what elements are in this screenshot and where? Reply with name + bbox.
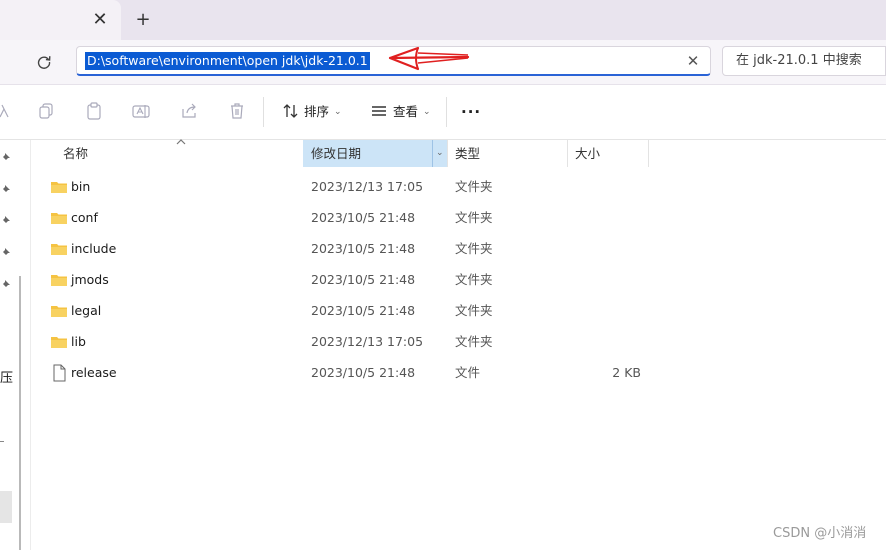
file-type: 文件夹	[455, 303, 493, 318]
file-type: 文件夹	[455, 272, 493, 287]
file-type: 文件夹	[455, 241, 493, 256]
file-name[interactable]: legal	[71, 295, 101, 326]
search-placeholder: 在 jdk-21.0.1 中搜索	[736, 53, 862, 68]
toolbar-divider	[263, 97, 264, 127]
file-name[interactable]: conf	[71, 202, 98, 233]
file-date: 2023/12/13 17:05	[311, 334, 424, 349]
pin-icon[interactable]	[0, 151, 12, 163]
sort-button[interactable]: 排序	[304, 103, 329, 121]
nav-scrollbar[interactable]	[19, 276, 21, 550]
file-name[interactable]: jmods	[71, 264, 109, 295]
annotation-arrow-icon	[388, 46, 470, 71]
file-size	[575, 326, 641, 357]
file-date: 2023/10/5 21:48	[311, 210, 416, 225]
view-button[interactable]: 查看	[393, 103, 418, 121]
column-header-size[interactable]: 大小	[575, 140, 600, 167]
paste-icon[interactable]	[84, 101, 104, 121]
pin-icon[interactable]	[0, 246, 12, 258]
column-header-date[interactable]: 修改日期	[311, 140, 361, 167]
folder-icon	[51, 182, 67, 193]
file-size	[575, 295, 641, 326]
more-options-button[interactable]: ···	[461, 103, 481, 121]
folder-icon	[51, 244, 67, 255]
file-size	[575, 171, 641, 202]
pin-icon[interactable]	[0, 183, 12, 195]
copy-icon[interactable]	[36, 101, 56, 121]
folder-icon	[51, 275, 67, 286]
file-size	[575, 202, 641, 233]
file-date: 2023/10/5 21:48	[311, 272, 416, 287]
folder-icon	[51, 337, 67, 348]
column-divider[interactable]	[447, 140, 448, 167]
cut-icon[interactable]	[0, 101, 14, 121]
rename-icon[interactable]	[131, 101, 151, 121]
file-date: 2023/10/5 21:48	[311, 303, 416, 318]
toolbar-divider	[446, 97, 447, 127]
nav-item-selected[interactable]	[0, 491, 12, 523]
column-divider[interactable]	[567, 140, 568, 167]
file-name[interactable]: lib	[71, 326, 86, 357]
file-size	[575, 233, 641, 264]
file-type: 文件夹	[455, 210, 493, 225]
clear-address-icon[interactable]: ✕	[684, 51, 702, 71]
column-header-name[interactable]: 名称	[63, 140, 88, 167]
pin-icon[interactable]	[0, 278, 12, 290]
file-icon	[53, 364, 66, 382]
file-type: 文件	[455, 365, 481, 380]
view-icon[interactable]	[369, 101, 389, 121]
file-type: 文件夹	[455, 334, 493, 349]
file-date: 2023/10/5 21:48	[311, 241, 416, 256]
new-tab-icon[interactable]: +	[133, 8, 153, 32]
file-size: 2 KB	[612, 365, 641, 380]
chevron-down-icon: ⌄	[334, 107, 342, 117]
delete-icon[interactable]	[227, 101, 247, 121]
column-divider[interactable]	[648, 140, 649, 167]
nav-item-label[interactable]: 压	[0, 370, 14, 388]
chevron-down-icon: ⌄	[436, 148, 444, 158]
file-date: 2023/12/13 17:05	[311, 179, 424, 194]
file-name[interactable]: bin	[71, 171, 90, 202]
close-tab-icon[interactable]: ✕	[90, 8, 110, 32]
address-path-text[interactable]: D:\software\environment\open jdk\jdk-21.…	[85, 52, 370, 70]
nav-divider	[0, 441, 4, 442]
column-header-type[interactable]: 类型	[455, 140, 480, 167]
watermark: CSDN @小消消	[773, 526, 867, 541]
chevron-down-icon: ⌄	[423, 107, 431, 117]
file-size	[575, 264, 641, 295]
navigation-pane	[0, 140, 31, 550]
file-name[interactable]: include	[71, 233, 116, 264]
folder-icon	[51, 213, 67, 224]
sort-ascending-icon	[176, 139, 186, 145]
pin-icon[interactable]	[0, 214, 12, 226]
file-type: 文件夹	[455, 179, 493, 194]
file-name[interactable]: release	[71, 357, 117, 388]
folder-icon	[51, 306, 67, 317]
refresh-icon[interactable]	[33, 51, 55, 73]
file-date: 2023/10/5 21:48	[311, 365, 416, 380]
share-icon[interactable]	[179, 101, 199, 121]
sort-icon[interactable]	[281, 101, 301, 121]
